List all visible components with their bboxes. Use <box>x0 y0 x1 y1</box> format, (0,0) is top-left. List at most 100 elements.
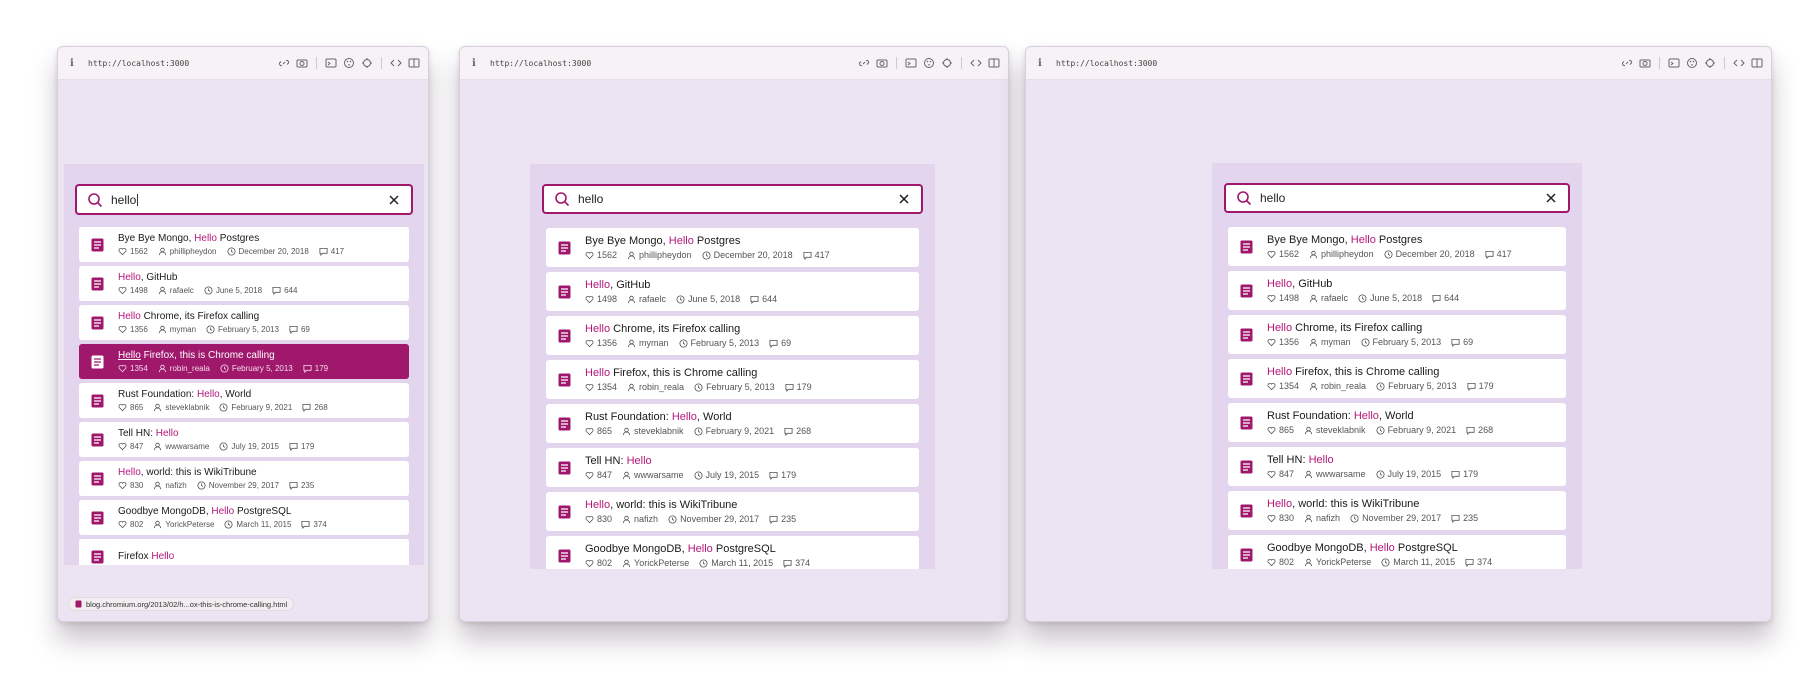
author[interactable]: steveklabnik <box>153 403 209 412</box>
result-title[interactable]: Goodbye MongoDB, Hello PostgreSQL <box>1267 542 1492 554</box>
author-name[interactable]: robin_reala <box>1321 381 1366 391</box>
author[interactable]: phillipheydon <box>627 250 692 260</box>
info-icon[interactable]: i <box>472 58 484 69</box>
search-result-item[interactable]: Bye Bye Mongo, Hello Postgres 1562 phillip… <box>79 227 409 262</box>
search-result-item[interactable]: Goodbye MongoDB, Hello PostgreSQL 802 Yori… <box>1228 535 1566 569</box>
author-name[interactable]: rafaelc <box>639 294 666 304</box>
result-title[interactable]: Bye Bye Mongo, Hello Postgres <box>1267 234 1512 246</box>
author-name[interactable]: myman <box>1321 337 1351 347</box>
search-result-item[interactable]: Hello, world: this is WikiTribune 830 nafi… <box>546 492 919 531</box>
result-title[interactable]: Firefox Hello <box>118 551 174 562</box>
search-input[interactable]: hello <box>111 193 387 207</box>
author[interactable]: myman <box>1309 337 1351 347</box>
comment-count[interactable]: 374 <box>313 520 326 529</box>
link-icon[interactable] <box>278 57 290 69</box>
author[interactable]: myman <box>627 338 669 348</box>
author[interactable]: rafaelc <box>627 294 666 304</box>
comment-count[interactable]: 179 <box>1479 381 1494 391</box>
author-name[interactable]: YorickPeterse <box>634 558 689 568</box>
author-name[interactable]: steveklabnik <box>634 426 684 436</box>
link-icon[interactable] <box>1621 57 1633 69</box>
author-name[interactable]: robin_reala <box>170 364 210 373</box>
author[interactable]: robin_reala <box>158 364 210 373</box>
result-title[interactable]: Bye Bye Mongo, Hello Postgres <box>118 233 344 244</box>
author[interactable]: robin_reala <box>627 382 684 392</box>
author[interactable]: steveklabnik <box>1304 425 1366 435</box>
target-icon[interactable] <box>361 57 373 69</box>
author-name[interactable]: wwwarsame <box>634 470 684 480</box>
result-title[interactable]: Hello Firefox, this is Chrome calling <box>585 367 812 379</box>
search-result-item[interactable]: Firefox Hello <box>79 539 409 565</box>
author[interactable]: wwwarsame <box>622 470 684 480</box>
camera-icon[interactable] <box>1639 57 1651 69</box>
author-name[interactable]: myman <box>639 338 669 348</box>
info-icon[interactable]: i <box>70 58 82 69</box>
author[interactable]: wwwarsame <box>153 442 209 451</box>
comments[interactable]: 179 <box>1451 469 1478 479</box>
comment-count[interactable]: 235 <box>781 514 796 524</box>
comments[interactable]: 417 <box>319 247 344 256</box>
comment-count[interactable]: 235 <box>1463 513 1478 523</box>
terminal-icon[interactable] <box>1668 57 1680 69</box>
author-name[interactable]: phillipheydon <box>1321 249 1374 259</box>
comment-count[interactable]: 417 <box>815 250 830 260</box>
comment-count[interactable]: 179 <box>315 364 328 373</box>
result-title[interactable]: Hello, GitHub <box>1267 278 1459 290</box>
comments[interactable]: 374 <box>783 558 810 568</box>
result-title[interactable]: Rust Foundation: Hello, World <box>118 389 328 400</box>
address-bar[interactable]: http://localhost:3000 <box>1056 59 1621 68</box>
search-result-item[interactable]: Hello, world: this is WikiTribune 830 nafi… <box>1228 491 1566 530</box>
comment-count[interactable]: 374 <box>795 558 810 568</box>
author[interactable]: wwwarsame <box>1304 469 1366 479</box>
result-title[interactable]: Tell HN: Hello <box>118 428 314 439</box>
result-title[interactable]: Hello, GitHub <box>585 279 777 291</box>
result-title[interactable]: Hello Firefox, this is Chrome calling <box>1267 366 1494 378</box>
comments[interactable]: 69 <box>289 325 310 334</box>
result-title[interactable]: Tell HN: Hello <box>1267 454 1478 466</box>
author-name[interactable]: nafizh <box>634 514 658 524</box>
search-result-item[interactable]: Hello Chrome, its Firefox calling 1356 mym… <box>546 316 919 355</box>
author-name[interactable]: rafaelc <box>1321 293 1348 303</box>
search-result-item[interactable]: Goodbye MongoDB, Hello PostgreSQL 802 Yori… <box>79 500 409 535</box>
address-bar[interactable]: http://localhost:3000 <box>490 59 858 68</box>
author[interactable]: phillipheydon <box>158 247 217 256</box>
result-title[interactable]: Hello, world: this is WikiTribune <box>1267 498 1478 510</box>
author-name[interactable]: YorickPeterse <box>1316 557 1371 567</box>
search-result-item[interactable]: Hello, GitHub 1498 rafaelc June 5, 2018 644 <box>79 266 409 301</box>
search-input[interactable]: hello <box>578 192 897 206</box>
author[interactable]: YorickPeterse <box>153 520 214 529</box>
search-result-item[interactable]: Hello Chrome, its Firefox calling 1356 mym… <box>79 305 409 340</box>
info-icon[interactable]: i <box>1038 58 1050 69</box>
author-name[interactable]: rafaelc <box>170 286 194 295</box>
comment-count[interactable]: 69 <box>781 338 791 348</box>
comments[interactable]: 268 <box>784 426 811 436</box>
terminal-icon[interactable] <box>325 57 337 69</box>
search-result-item[interactable]: Bye Bye Mongo, Hello Postgres 1562 phillip… <box>546 228 919 267</box>
result-title[interactable]: Goodbye MongoDB, Hello PostgreSQL <box>118 506 327 517</box>
code-icon[interactable] <box>970 57 982 69</box>
comments[interactable]: 69 <box>769 338 791 348</box>
link-icon[interactable] <box>858 57 870 69</box>
address-bar[interactable]: http://localhost:3000 <box>88 59 278 68</box>
author-name[interactable]: steveklabnik <box>165 403 209 412</box>
author-name[interactable]: nafizh <box>165 481 186 490</box>
camera-icon[interactable] <box>876 57 888 69</box>
search-result-item[interactable]: Hello Firefox, this is Chrome calling 135… <box>546 360 919 399</box>
palette-icon[interactable] <box>1686 57 1698 69</box>
comments[interactable]: 235 <box>289 481 314 490</box>
sidebar-icon[interactable] <box>988 57 1000 69</box>
result-title[interactable]: Hello, world: this is WikiTribune <box>118 467 314 478</box>
comment-count[interactable]: 179 <box>797 382 812 392</box>
author[interactable]: nafizh <box>1304 513 1340 523</box>
comment-count[interactable]: 644 <box>762 294 777 304</box>
search-box[interactable]: hello <box>1224 183 1570 213</box>
search-result-item[interactable]: Tell HN: Hello 847 wwwarsame July 19, 2015 1… <box>546 448 919 487</box>
comments[interactable]: 235 <box>1451 513 1478 523</box>
target-icon[interactable] <box>941 57 953 69</box>
search-result-item[interactable]: Hello Chrome, its Firefox calling 1356 mym… <box>1228 315 1566 354</box>
search-result-item[interactable]: Rust Foundation: Hello, World 865 stevekla… <box>1228 403 1566 442</box>
author[interactable]: nafizh <box>153 481 187 490</box>
search-result-item[interactable]: Hello, GitHub 1498 rafaelc June 5, 2018 644 <box>546 272 919 311</box>
comment-count[interactable]: 374 <box>1477 557 1492 567</box>
search-result-item[interactable]: Bye Bye Mongo, Hello Postgres 1562 phillip… <box>1228 227 1566 266</box>
